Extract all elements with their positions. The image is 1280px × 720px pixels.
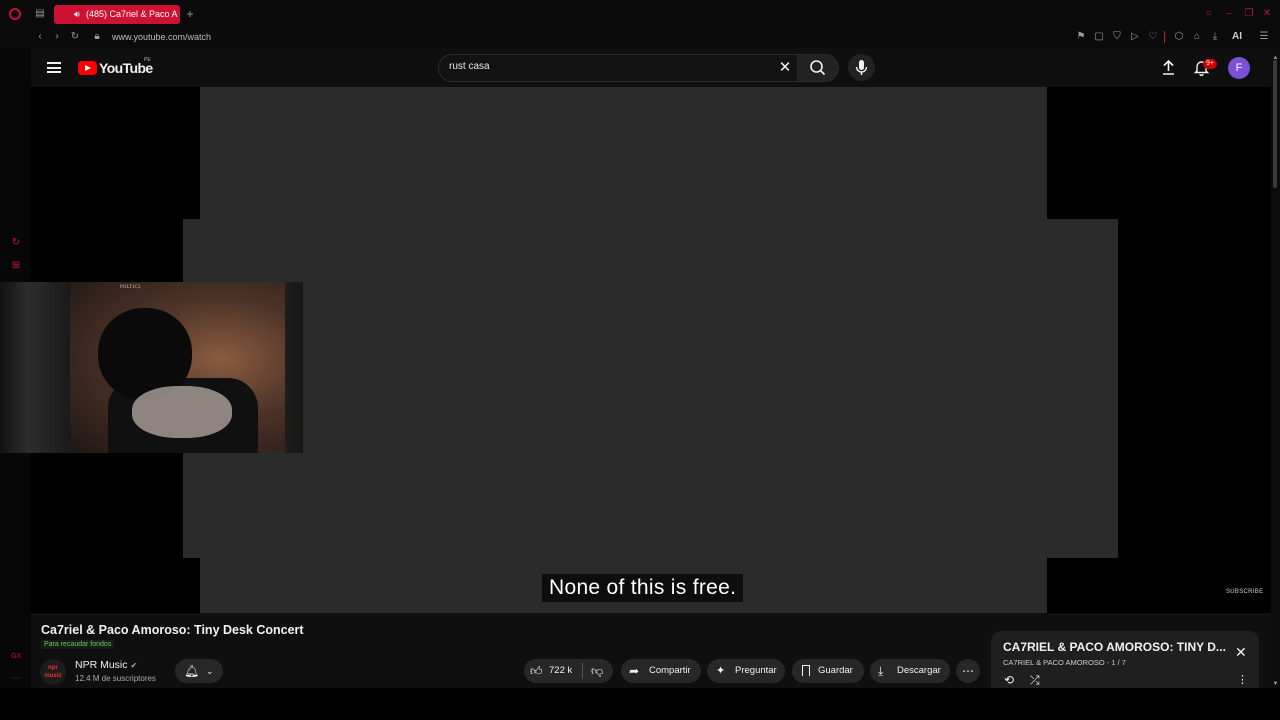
search-input[interactable]: rust casa [449, 61, 490, 72]
region-code: PE [144, 57, 151, 63]
tab-title: (485) Ca7riel & Paco A [86, 9, 178, 19]
channel-avatar[interactable]: npr music [40, 659, 66, 685]
back-icon[interactable]: ‹ [34, 31, 46, 43]
search-box[interactable] [438, 54, 799, 82]
playlist-menu-icon[interactable]: ⋮ [1237, 674, 1248, 687]
bookmark-icon[interactable]: ⚑ [1076, 31, 1086, 43]
loop-icon[interactable]: ⟲ [1004, 674, 1018, 687]
sparkle-icon: ✦ [716, 665, 726, 677]
search-icon [810, 60, 826, 76]
webcam-curtain [0, 282, 70, 453]
player-icon[interactable]: ▷ [1130, 31, 1140, 43]
youtube-play-icon [78, 61, 97, 75]
save-icon [802, 665, 810, 676]
like-count: 722 k [549, 665, 573, 676]
search-tabs-icon[interactable]: ○ [1203, 8, 1215, 20]
sidebar-extra-icon[interactable]: GX [10, 651, 22, 663]
voice-search-button[interactable] [848, 54, 875, 81]
url-field[interactable]: www.youtube.com/watch [112, 30, 211, 44]
share-label: Compartir [649, 665, 691, 676]
like-button[interactable]: 👍︎ 722 k [524, 659, 580, 683]
video-frame-middle [183, 219, 1118, 558]
channel-name-text: NPR Music [75, 659, 128, 671]
tab-youtube[interactable]: 🔊︎ (485) Ca7riel & Paco A [54, 5, 180, 24]
subscriber-count: 12.4 M de suscriptores [75, 674, 156, 683]
shield-icon[interactable]: ⛉ [1112, 31, 1122, 43]
account-avatar[interactable]: F [1228, 57, 1250, 79]
minimize-button[interactable]: – [1223, 8, 1235, 20]
scrollbar-thumb[interactable] [1273, 60, 1277, 188]
save-button[interactable]: Guardar [792, 659, 864, 683]
heart-icon[interactable]: ♡ [1148, 31, 1158, 43]
extensions-icon[interactable]: ⬡ [1174, 31, 1184, 43]
maximize-button[interactable]: ❐ [1243, 8, 1255, 20]
snapshot-icon[interactable]: ▢ [1094, 31, 1104, 43]
aria-ai-icon[interactable]: AI [1228, 31, 1246, 43]
download-icon[interactable]: ⤓ [1210, 31, 1220, 43]
video-frame-top [200, 87, 1047, 219]
forward-icon[interactable]: › [51, 31, 63, 43]
tab-manager-icon[interactable]: ▤ [34, 8, 46, 20]
webcam-person-hand [132, 386, 232, 438]
fundraiser-label: Para recaudar fondos [44, 641, 112, 648]
sidebar-pinboard-icon[interactable]: ⊞ [10, 260, 22, 272]
share-button[interactable]: ➦ Compartir [621, 659, 701, 683]
page-bottom-area [0, 688, 1280, 720]
share-icon: ➦ [629, 664, 640, 678]
opera-menu-icon[interactable] [9, 8, 21, 20]
sidebar-history-icon[interactable]: ↻ [10, 237, 22, 249]
hamburger-menu-icon[interactable] [47, 62, 61, 73]
verified-icon: ✔ [130, 661, 138, 670]
dislike-button[interactable]: 👎︎ [584, 659, 612, 683]
microphone-icon [855, 60, 868, 75]
scroll-up-arrow[interactable]: ▲ [1271, 52, 1280, 64]
close-window-button[interactable]: ✕ [1261, 8, 1273, 20]
search-button[interactable] [797, 54, 839, 82]
thumbs-down-icon: 👎︎ [591, 664, 604, 678]
more-horizontal-icon: ⋯ [962, 664, 974, 678]
new-tab-button[interactable]: + [184, 8, 196, 20]
chevron-down-icon: ⌄ [206, 666, 214, 676]
download-icon: ⤓ [878, 664, 884, 678]
bell-icon: 🔔︎ [184, 664, 200, 678]
lock-icon: 🔒︎ [94, 31, 100, 42]
easy-setup-icon[interactable]: ☰ [1259, 31, 1269, 43]
fundraiser-link[interactable]: Para recaudar fondos [41, 640, 115, 649]
reload-icon[interactable]: ↻ [69, 31, 81, 43]
speaker-icon[interactable]: 🔊︎ [74, 5, 80, 24]
subscribe-watermark[interactable]: SUBSCRIBE [1226, 589, 1263, 595]
wallet-icon[interactable]: ⌂ [1192, 31, 1202, 43]
ask-button[interactable]: ✦ Preguntar [707, 659, 785, 683]
video-caption: None of this is free. [542, 574, 744, 602]
shuffle-icon[interactable]: ⤮ [1030, 674, 1044, 687]
channel-name[interactable]: NPR Music ✔ [75, 659, 137, 671]
thumbs-up-icon: 👍︎ [530, 664, 543, 678]
sidebar-more-icon[interactable]: ⋯ [10, 673, 22, 685]
playlist-subtitle: CA7RIEL & PACO AMOROSO - 1 / 7 [1003, 658, 1126, 667]
subscribed-button[interactable]: 🔔︎ ⌄ [175, 659, 223, 683]
like-divider [582, 663, 583, 679]
more-actions-button[interactable]: ⋯ [956, 659, 980, 683]
download-label: Descargar [897, 665, 941, 676]
video-title: Ca7riel & Paco Amoroso: Tiny Desk Concer… [41, 623, 304, 637]
download-button[interactable]: ⤓ Descargar [870, 659, 950, 683]
close-playlist-icon[interactable]: ✕ [1235, 645, 1248, 659]
notification-count-badge: 9+ [1203, 59, 1217, 69]
playlist-title[interactable]: CA7RIEL & PACO AMOROSO: TINY D... [1003, 640, 1226, 654]
webcam-overlay: POLT1C3 [0, 282, 303, 453]
save-label: Guardar [818, 665, 853, 676]
webcam-poster-text: POLT1C3 [120, 285, 141, 290]
ask-label: Preguntar [735, 665, 777, 676]
upload-icon[interactable] [1160, 59, 1177, 76]
clear-search-icon[interactable]: ✕ [778, 60, 792, 75]
toolbar-divider [1164, 31, 1165, 43]
youtube-logo[interactable]: YouTube PE [78, 57, 158, 78]
